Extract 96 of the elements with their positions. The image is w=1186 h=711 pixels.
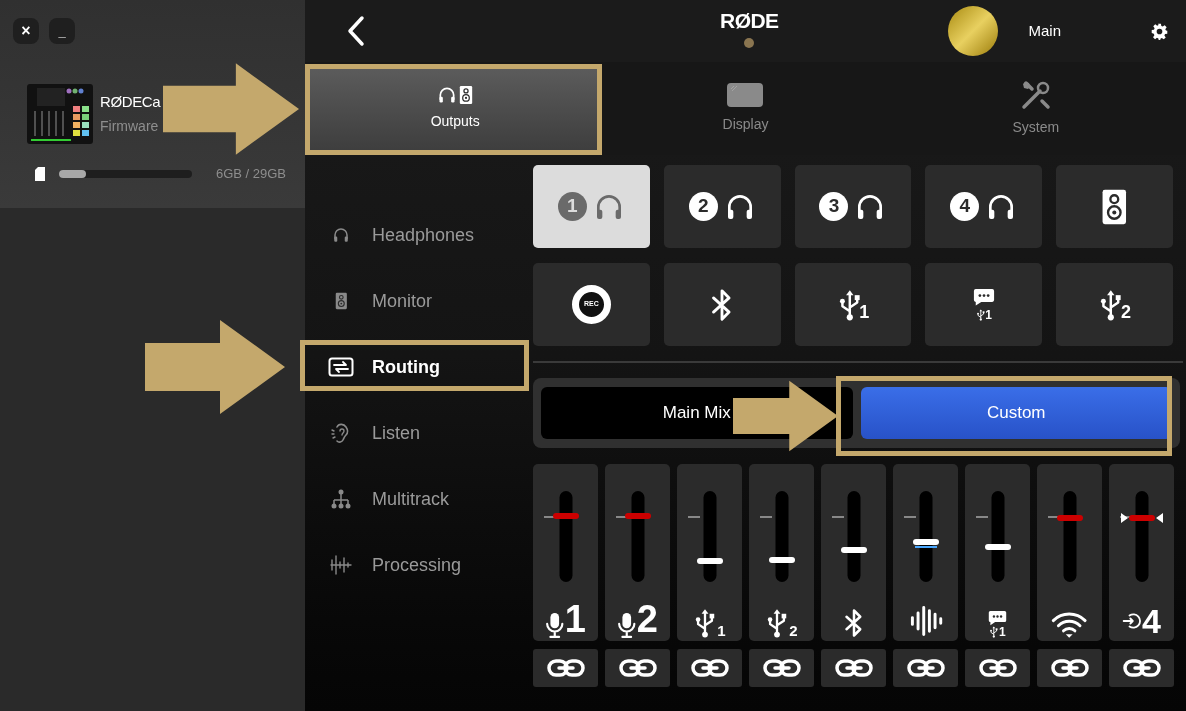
fader-thumb[interactable] — [552, 513, 579, 520]
link-button[interactable] — [533, 649, 598, 687]
link-icon — [1122, 658, 1161, 678]
chevron-left-icon — [346, 15, 366, 47]
unity-mark — [903, 516, 916, 518]
output-button[interactable]: 1 — [794, 263, 912, 346]
link-button[interactable] — [677, 649, 742, 687]
chat-icon — [988, 609, 1007, 626]
fader-thumb[interactable] — [984, 543, 1011, 550]
display-icon — [726, 82, 765, 108]
tab[interactable]: System — [890, 67, 1181, 150]
sidebar-item[interactable]: Routing — [305, 334, 533, 400]
waveform-icon — [908, 604, 943, 638]
output-button[interactable] — [1056, 165, 1173, 248]
storage-reading: 6GB / 29GB — [215, 165, 286, 183]
usb-number: 1 — [717, 623, 726, 638]
link-icon — [834, 658, 873, 678]
unity-mark — [759, 516, 772, 518]
output-button[interactable]: 4 — [925, 165, 1043, 248]
number-badge: 4 — [950, 192, 980, 221]
close-button[interactable]: × — [13, 18, 39, 44]
unity-mark — [687, 516, 700, 518]
avatar-icon — [948, 6, 999, 56]
sidebar-item[interactable]: Multitrack — [305, 466, 533, 532]
output-button[interactable]: 2 — [1056, 263, 1173, 346]
link-button[interactable] — [1109, 649, 1174, 687]
unity-mark — [831, 516, 844, 518]
unity-mark — [1047, 516, 1060, 518]
fader-thumb[interactable] — [1128, 515, 1155, 522]
link-button[interactable] — [965, 649, 1030, 687]
link-icon — [762, 658, 801, 678]
sd-card-icon — [35, 166, 45, 181]
channel-number: 1 — [564, 600, 586, 638]
unity-mark — [615, 516, 628, 518]
usb-icon — [975, 308, 986, 321]
speaker-icon — [334, 292, 348, 310]
sidebar-item[interactable]: Monitor — [305, 268, 533, 334]
sidebar-item[interactable]: Headphones — [305, 202, 533, 268]
speaker-icon — [1101, 187, 1128, 226]
link-icon — [978, 658, 1017, 678]
usb-number: 2 — [1120, 302, 1131, 321]
unity-mark — [543, 516, 556, 518]
microphone-icon — [545, 612, 565, 638]
channel-number: 4 — [1142, 604, 1161, 638]
usb-icon — [989, 626, 999, 638]
link-icon — [906, 658, 945, 678]
sidebar-item[interactable]: Processing — [305, 532, 533, 598]
minimize-button[interactable]: _ — [49, 18, 75, 44]
output-button[interactable]: 1 — [925, 263, 1043, 346]
fader-thumb[interactable] — [768, 557, 795, 564]
profile-button[interactable]: Main — [948, 6, 1061, 56]
settings-icon — [1151, 22, 1168, 40]
fader-thumb[interactable] — [840, 547, 867, 554]
chat-icon — [972, 288, 995, 307]
output-button[interactable]: 3 — [794, 165, 912, 248]
tree-icon — [330, 488, 352, 510]
speaker-icon — [459, 85, 474, 105]
processing-icon — [329, 554, 353, 576]
link-icon — [1050, 658, 1089, 678]
sidebar-item[interactable]: Listen — [305, 400, 533, 466]
usb-number: 1 — [859, 302, 870, 321]
output-button[interactable] — [663, 263, 781, 346]
headphones-icon — [332, 226, 350, 244]
fader-thumb[interactable] — [624, 513, 651, 520]
link-button[interactable] — [893, 649, 958, 687]
link-button[interactable] — [1037, 649, 1102, 687]
fader-thumb[interactable] — [1056, 515, 1083, 522]
link-button[interactable] — [749, 649, 814, 687]
routing-icon — [328, 357, 354, 377]
fader-thumb[interactable] — [912, 538, 939, 545]
link-button[interactable] — [821, 649, 886, 687]
input-icon — [1122, 611, 1143, 631]
link-icon — [618, 658, 657, 678]
settings-button[interactable] — [1151, 22, 1168, 40]
unity-mark — [975, 516, 988, 518]
device-subtitle: Firmware — [100, 117, 160, 136]
channel-number: 2 — [636, 600, 658, 638]
tools-icon — [1019, 79, 1052, 111]
output-button[interactable]: 2 — [663, 165, 781, 248]
output-button[interactable]: 1 — [533, 165, 650, 248]
link-button[interactable] — [605, 649, 670, 687]
device-name: RØDECa — [100, 92, 161, 112]
tab[interactable]: Display — [600, 67, 891, 150]
brand-logo: RØDE — [720, 10, 779, 31]
headphones-icon — [437, 85, 458, 105]
link-icon — [546, 658, 585, 678]
usb-number: 1 — [998, 626, 1006, 638]
usb-number: 1 — [985, 308, 992, 321]
microphone-icon — [617, 612, 637, 638]
usb-number: 2 — [789, 623, 798, 638]
link-icon — [690, 658, 729, 678]
number-badge: 2 — [688, 192, 718, 221]
number-badge: 1 — [557, 192, 587, 221]
fader-thumb[interactable] — [696, 558, 723, 565]
wifi-icon — [1051, 610, 1088, 638]
number-badge: 3 — [819, 192, 849, 221]
